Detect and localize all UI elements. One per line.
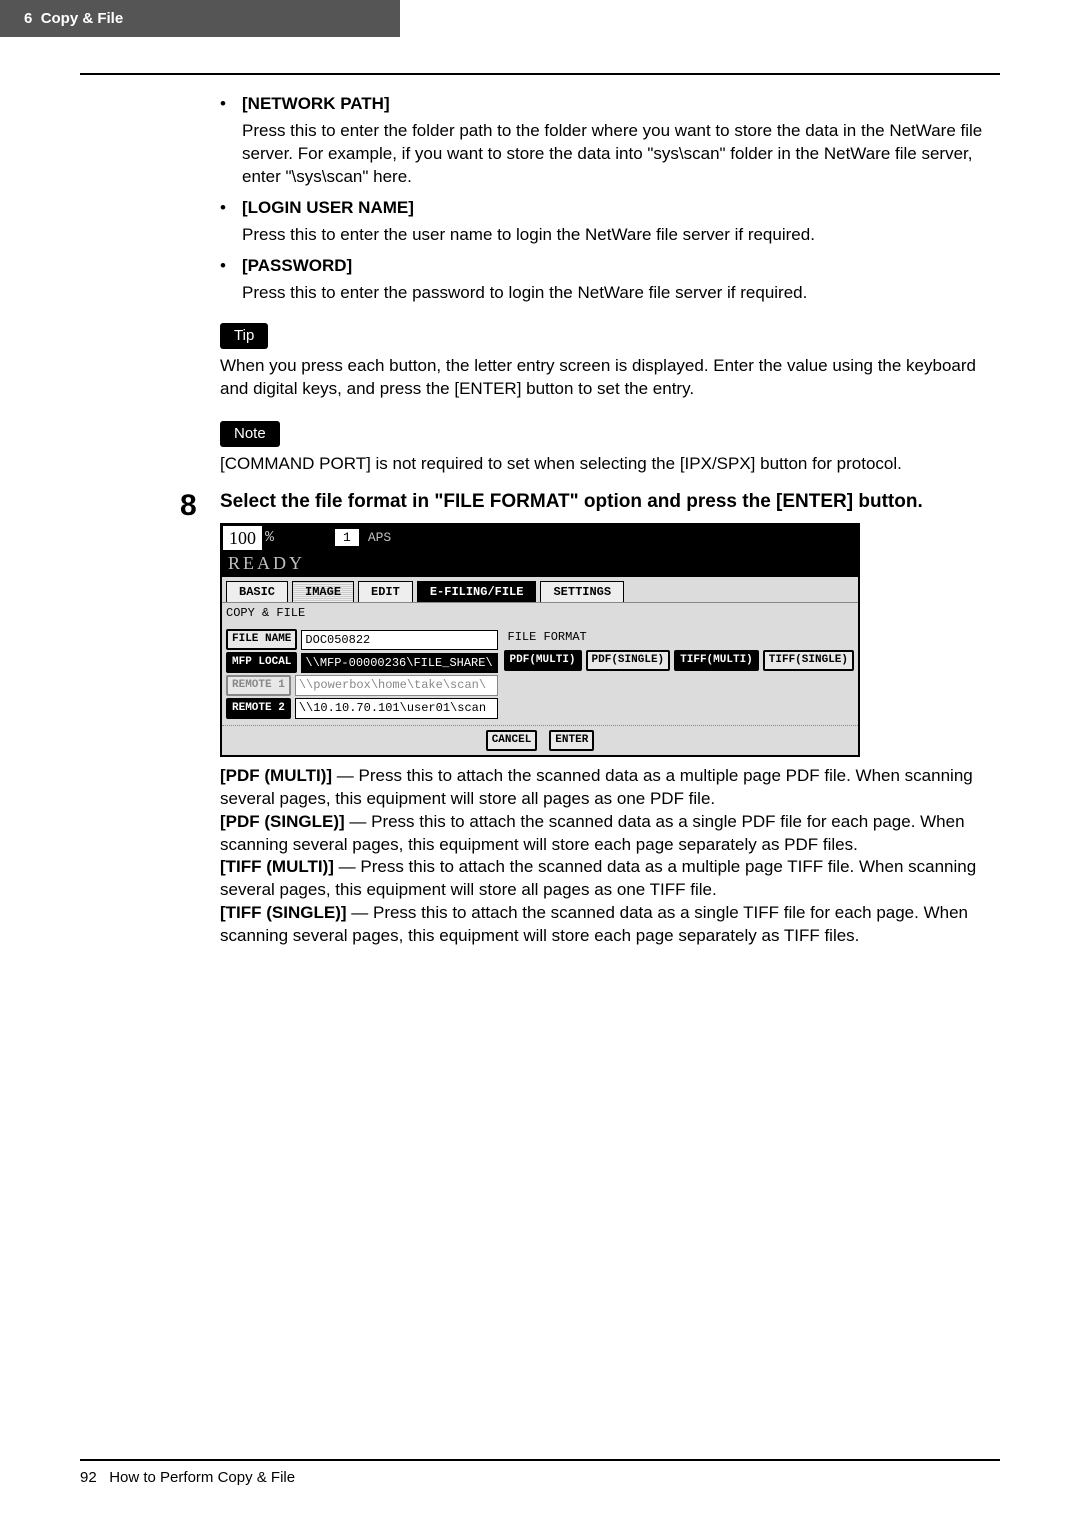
remote1-button[interactable]: REMOTE 1	[226, 675, 291, 696]
panel-body: FILE NAME DOC050822 MFP LOCAL \\MFP-0000…	[222, 623, 858, 724]
file-name-field[interactable]: DOC050822	[301, 630, 497, 650]
mfp-local-field: \\MFP-00000236\FILE_SHARE\	[301, 653, 497, 673]
pdf-multi-button[interactable]: PDF(MULTI)	[504, 650, 582, 671]
zoom-percent: %	[265, 528, 274, 548]
pdf-single-label: [PDF (SINGLE)]	[220, 812, 345, 831]
remote1-field: \\powerbox\home\take\scan\	[295, 675, 498, 695]
tip-text: When you press each button, the letter e…	[220, 355, 1000, 401]
remote2-button[interactable]: REMOTE 2	[226, 698, 291, 719]
page-footer: 92 How to Perform Copy & File	[80, 1459, 1000, 1486]
file-name-button[interactable]: FILE NAME	[226, 629, 297, 650]
page-header: 6 Copy & File	[0, 0, 400, 37]
bullet-password: [PASSWORD]	[220, 255, 1000, 278]
tiff-multi-label: [TIFF (MULTI)]	[220, 857, 334, 876]
cancel-button[interactable]: CANCEL	[486, 730, 538, 751]
bullet-title: [NETWORK PATH]	[242, 94, 390, 113]
tiff-multi-desc: — Press this to attach the scanned data …	[220, 857, 976, 899]
pdf-single-button[interactable]: PDF(SINGLE)	[586, 650, 671, 671]
tip-label: Tip	[220, 323, 268, 349]
tab-settings[interactable]: SETTINGS	[540, 581, 624, 602]
chapter-title: Copy & File	[41, 10, 124, 27]
footer-text: How to Perform Copy & File	[109, 1469, 295, 1486]
step-title: Select the file format in "FILE FORMAT" …	[220, 490, 1000, 515]
pdf-multi-desc: — Press this to attach the scanned data …	[220, 766, 973, 808]
bullet-title: [PASSWORD]	[242, 256, 352, 275]
panel-left-col: FILE NAME DOC050822 MFP LOCAL \\MFP-0000…	[226, 627, 498, 720]
tab-image[interactable]: IMAGE	[292, 581, 354, 602]
file-format-label: FILE FORMAT	[504, 627, 854, 647]
mfp-local-button[interactable]: MFP LOCAL	[226, 652, 297, 673]
bullet-body: Press this to enter the user name to log…	[242, 224, 1000, 247]
ready-label: READY	[222, 551, 858, 577]
step-number: 8	[180, 486, 197, 527]
bullet-login-user-name: [LOGIN USER NAME]	[220, 197, 1000, 220]
panel-bottom-row: CANCEL ENTER	[222, 725, 858, 755]
tab-efiling-file[interactable]: E-FILING/FILE	[417, 581, 537, 602]
pdf-multi-label: [PDF (MULTI)]	[220, 766, 332, 785]
bullet-title: [LOGIN USER NAME]	[242, 198, 414, 217]
top-rule	[80, 73, 1000, 75]
zoom-value: 100	[222, 525, 263, 551]
sub-mode-label: COPY & FILE	[222, 603, 858, 623]
note-label: Note	[220, 421, 280, 447]
tiff-multi-button[interactable]: TIFF(MULTI)	[674, 650, 759, 671]
tiff-single-label: [TIFF (SINGLE)]	[220, 903, 347, 922]
step-8: 8 Select the file format in "FILE FORMAT…	[220, 490, 1000, 515]
bullet-network-path: [NETWORK PATH]	[220, 93, 1000, 116]
bullet-body: Press this to enter the folder path to t…	[242, 120, 1000, 189]
enter-button[interactable]: ENTER	[549, 730, 594, 751]
tab-row: BASIC IMAGE EDIT E-FILING/FILE SETTINGS	[222, 577, 858, 603]
tab-basic[interactable]: BASIC	[226, 581, 288, 602]
chapter-number: 6	[24, 10, 32, 27]
page-number: 92	[80, 1469, 97, 1486]
aps-label: APS	[368, 529, 391, 547]
remote2-field: \\10.10.70.101\user01\scan	[295, 698, 498, 718]
bullet-body: Press this to enter the password to logi…	[242, 282, 1000, 305]
tiff-single-button[interactable]: TIFF(SINGLE)	[763, 650, 854, 671]
panel-right-col: FILE FORMAT PDF(MULTI) PDF(SINGLE) TIFF(…	[498, 627, 854, 720]
panel-top-bar: 100 % 1 APS	[222, 525, 858, 551]
note-text: [COMMAND PORT] is not required to set wh…	[220, 453, 1000, 476]
tab-edit[interactable]: EDIT	[358, 581, 413, 602]
format-descriptions: [PDF (MULTI)] — Press this to attach the…	[220, 765, 1000, 949]
copy-count: 1	[334, 528, 360, 548]
device-panel: 100 % 1 APS READY BASIC IMAGE EDIT E-FIL…	[220, 523, 860, 757]
